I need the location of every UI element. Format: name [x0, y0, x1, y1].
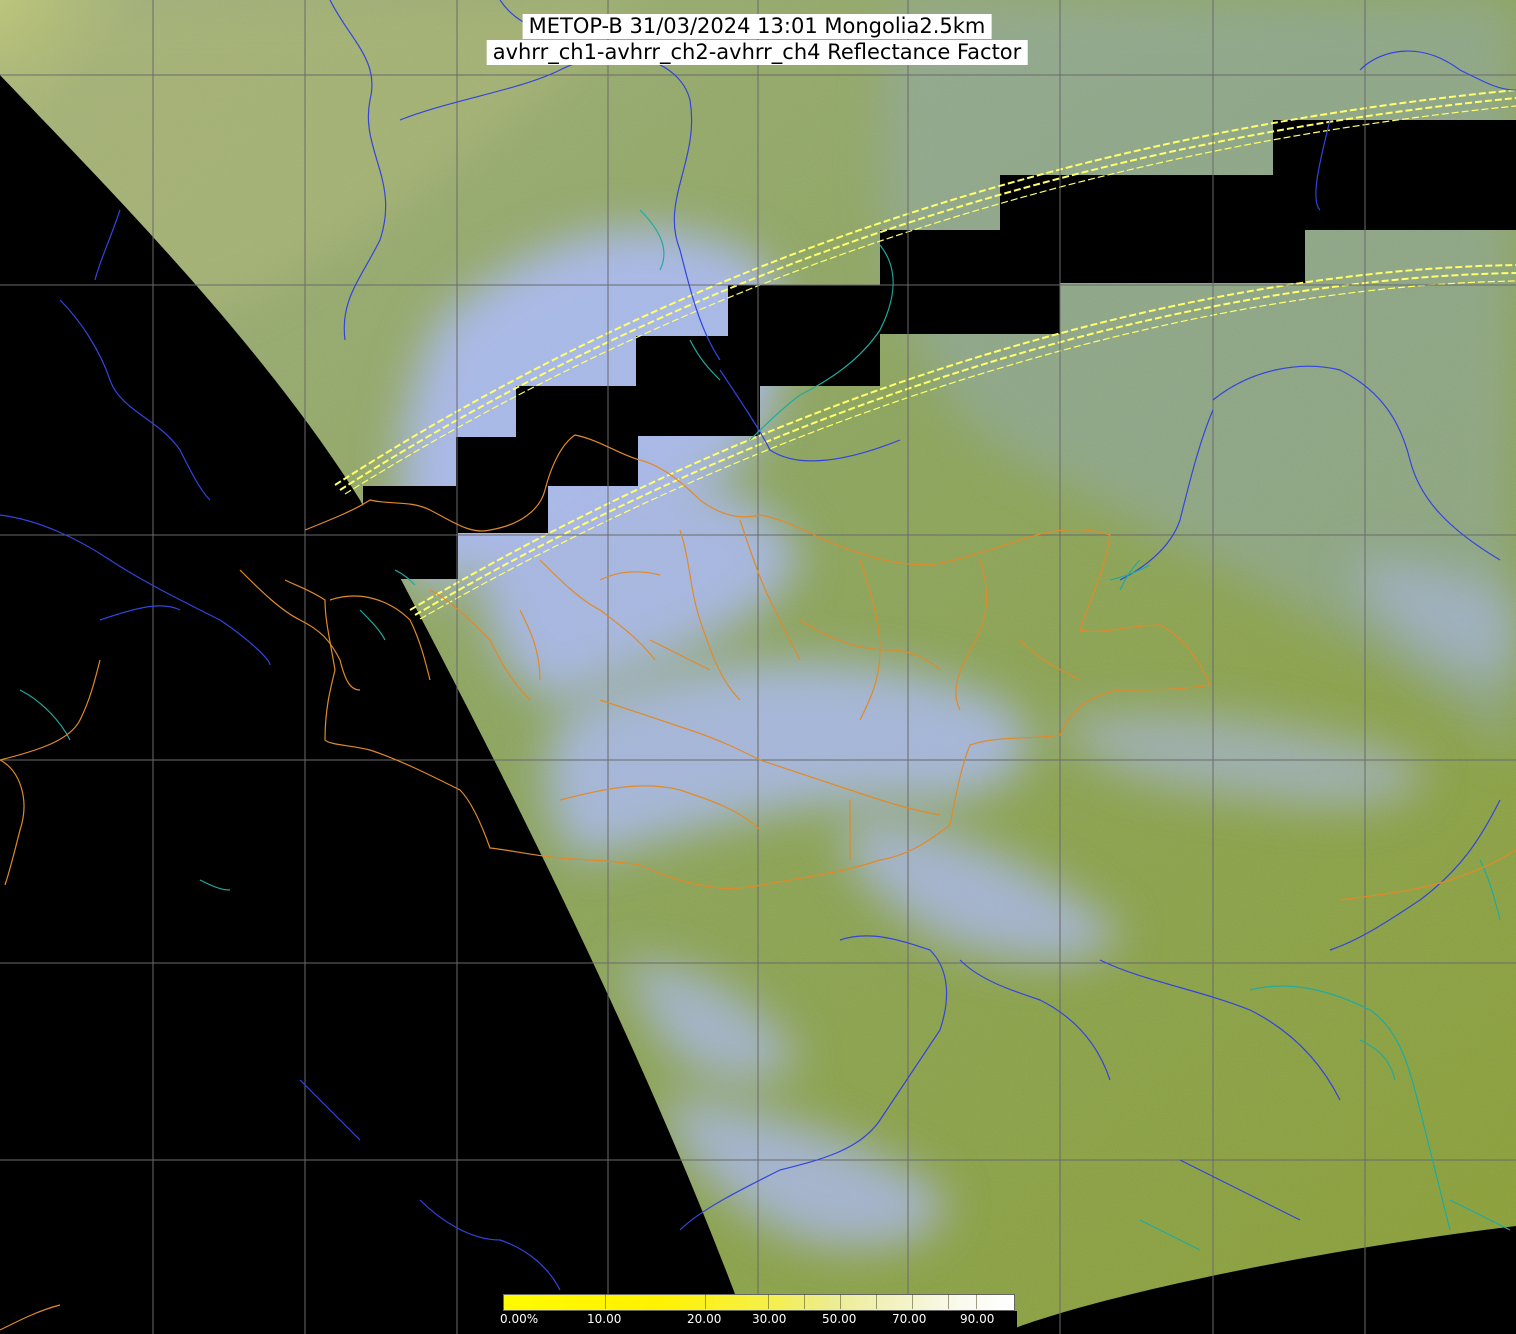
- map-title-line1: METOP-B 31/03/2024 13:01 Mongolia2.5km: [522, 14, 992, 39]
- satellite-image: [0, 0, 1516, 1334]
- colorbar-label-10: 10.00: [587, 1312, 622, 1326]
- colorbar-tick: [768, 1294, 769, 1309]
- colorbar-tick: [948, 1294, 949, 1309]
- colorbar-tick: [605, 1294, 606, 1309]
- colorbar-label-30: 30.00: [752, 1312, 787, 1326]
- colorbar-tick: [976, 1294, 977, 1309]
- colorbar-tick: [840, 1294, 841, 1309]
- colorbar-tick: [912, 1294, 913, 1309]
- colorbar-label-90: 90.00: [960, 1312, 995, 1326]
- map-viewer: METOP-B 31/03/2024 13:01 Mongolia2.5km a…: [0, 0, 1516, 1334]
- colorbar-gradient: [503, 1294, 1015, 1311]
- colorbar-legend: 0.00% 10.00 20.00 30.00 50.00 70.00 90.0…: [500, 1290, 1017, 1334]
- colorbar-label-20: 20.00: [687, 1312, 722, 1326]
- colorbar-tick: [804, 1294, 805, 1309]
- colorbar-label-70: 70.00: [892, 1312, 927, 1326]
- colorbar-tick: [705, 1294, 706, 1309]
- colorbar-label-0: 0.00%: [500, 1312, 539, 1326]
- colorbar-tick: [876, 1294, 877, 1309]
- map-title-line2: avhrr_ch1-avhrr_ch2-avhrr_ch4 Reflectanc…: [486, 40, 1028, 65]
- colorbar-label-50: 50.00: [822, 1312, 857, 1326]
